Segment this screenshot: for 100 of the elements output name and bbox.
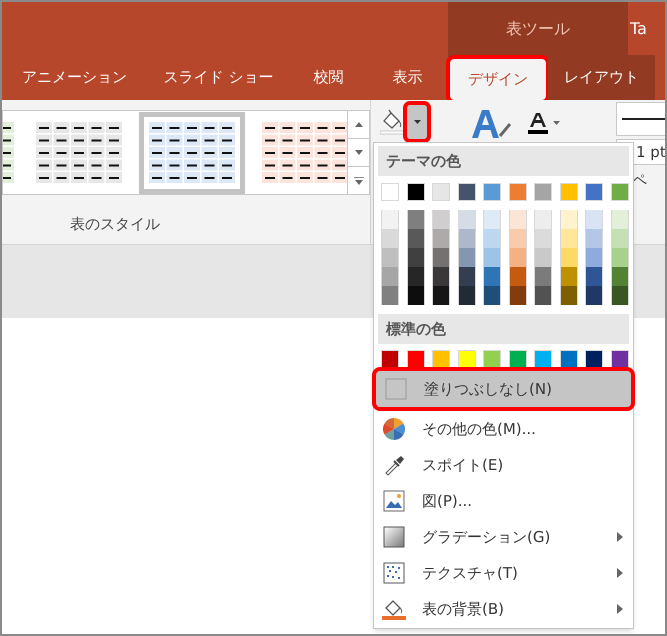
submenu-arrow-icon: [617, 604, 623, 614]
color-swatch[interactable]: [483, 210, 501, 229]
color-swatch[interactable]: [406, 183, 424, 201]
submenu-arrow-icon: [617, 532, 623, 542]
color-swatch[interactable]: [483, 248, 501, 267]
color-swatch[interactable]: [534, 183, 552, 201]
color-swatch[interactable]: [381, 229, 399, 248]
color-swatch[interactable]: [585, 210, 603, 229]
color-swatch[interactable]: [534, 350, 552, 368]
color-swatch[interactable]: [458, 229, 476, 248]
color-swatch[interactable]: [381, 183, 399, 201]
color-swatch[interactable]: [381, 248, 399, 267]
color-swatch[interactable]: [432, 267, 450, 286]
color-swatch[interactable]: [610, 229, 628, 248]
color-swatch[interactable]: [381, 286, 399, 305]
color-swatch[interactable]: [432, 350, 450, 368]
color-swatch[interactable]: [406, 267, 424, 286]
gradient-square-icon: [383, 526, 405, 548]
color-swatch[interactable]: [381, 350, 399, 368]
color-swatch[interactable]: [508, 183, 526, 201]
color-swatch[interactable]: [432, 286, 450, 305]
color-swatch[interactable]: [610, 350, 628, 368]
color-swatch[interactable]: [585, 183, 603, 201]
color-swatch[interactable]: [406, 286, 424, 305]
color-swatch[interactable]: [560, 210, 578, 229]
color-swatch[interactable]: [483, 286, 501, 305]
table-style-thumbnail[interactable]: [139, 112, 245, 194]
color-swatch[interactable]: [458, 183, 476, 201]
color-swatch[interactable]: [534, 229, 552, 248]
eyedropper-icon: [383, 454, 405, 476]
color-swatch[interactable]: [508, 248, 526, 267]
color-swatch[interactable]: [560, 267, 578, 286]
menu-section-header: 標準の色: [378, 314, 629, 344]
color-swatch[interactable]: [432, 248, 450, 267]
color-swatch[interactable]: [508, 267, 526, 286]
color-swatch[interactable]: [508, 286, 526, 305]
caret-down-icon: [553, 121, 560, 125]
color-swatch[interactable]: [610, 210, 628, 229]
ribbon-tab[interactable]: デザイン: [450, 59, 546, 100]
color-swatch[interactable]: [432, 183, 450, 201]
menu-section-header: テーマの色: [378, 146, 629, 176]
ribbon-tab[interactable]: レイアウト: [550, 55, 653, 100]
color-swatch[interactable]: [534, 286, 552, 305]
color-swatch[interactable]: [585, 350, 603, 368]
ribbon-tab[interactable]: スライド ショー: [147, 55, 290, 100]
color-swatch[interactable]: [534, 248, 552, 267]
color-swatch[interactable]: [483, 350, 501, 368]
color-swatch[interactable]: [458, 210, 476, 229]
menu-item[interactable]: スポイト(E): [374, 447, 633, 483]
ribbon-tab[interactable]: 表示: [367, 55, 448, 100]
color-swatch[interactable]: [432, 229, 450, 248]
color-swatch[interactable]: [406, 229, 424, 248]
color-swatch[interactable]: [585, 267, 603, 286]
color-swatch[interactable]: [508, 229, 526, 248]
color-swatch[interactable]: [406, 248, 424, 267]
menu-item[interactable]: 図(P)...: [374, 483, 633, 519]
color-swatch[interactable]: [458, 350, 476, 368]
color-swatch[interactable]: [458, 286, 476, 305]
color-swatch[interactable]: [560, 350, 578, 368]
menu-item[interactable]: 表の背景(B): [374, 591, 633, 627]
contextual-tab-group: 表ツール: [448, 2, 628, 55]
caret-down-icon: [354, 150, 362, 155]
tab-label[interactable]: Ta: [628, 2, 665, 55]
color-swatch[interactable]: [406, 350, 424, 368]
color-swatch[interactable]: [406, 210, 424, 229]
color-swatch[interactable]: [534, 267, 552, 286]
color-swatch[interactable]: [560, 183, 578, 201]
color-swatch[interactable]: [381, 210, 399, 229]
color-swatch[interactable]: [508, 350, 526, 368]
color-swatch[interactable]: [610, 286, 628, 305]
color-swatch[interactable]: [560, 229, 578, 248]
color-swatch[interactable]: [560, 248, 578, 267]
ribbon-tab[interactable]: 校閲: [290, 55, 367, 100]
color-swatch[interactable]: [432, 210, 450, 229]
color-swatch[interactable]: [508, 210, 526, 229]
menu-item[interactable]: その他の色(M)...: [374, 411, 633, 447]
color-swatch[interactable]: [483, 183, 501, 201]
menu-item[interactable]: グラデーション(G): [374, 519, 633, 555]
color-swatch[interactable]: [458, 248, 476, 267]
menu-item[interactable]: 塗りつぶしなし(N): [376, 371, 631, 407]
color-swatch[interactable]: [610, 248, 628, 267]
caret-up-icon: [354, 122, 362, 127]
line-icon: [622, 118, 665, 120]
ribbon-tab[interactable]: アニメーション: [2, 55, 147, 100]
pen-style-field[interactable]: [616, 102, 665, 136]
color-swatch[interactable]: [381, 267, 399, 286]
color-swatch[interactable]: [560, 286, 578, 305]
color-swatch[interactable]: [585, 229, 603, 248]
color-swatch[interactable]: [585, 286, 603, 305]
color-swatch[interactable]: [483, 267, 501, 286]
menu-item[interactable]: テクスチャ(T): [374, 555, 633, 591]
expand-gallery-icon: [354, 176, 364, 184]
picture-icon: [383, 490, 405, 512]
color-swatch[interactable]: [610, 183, 628, 201]
color-swatch[interactable]: [534, 210, 552, 229]
color-swatch[interactable]: [585, 248, 603, 267]
color-swatch[interactable]: [458, 267, 476, 286]
letter-a-underline-icon: [527, 111, 549, 135]
color-swatch[interactable]: [610, 267, 628, 286]
color-swatch[interactable]: [483, 229, 501, 248]
